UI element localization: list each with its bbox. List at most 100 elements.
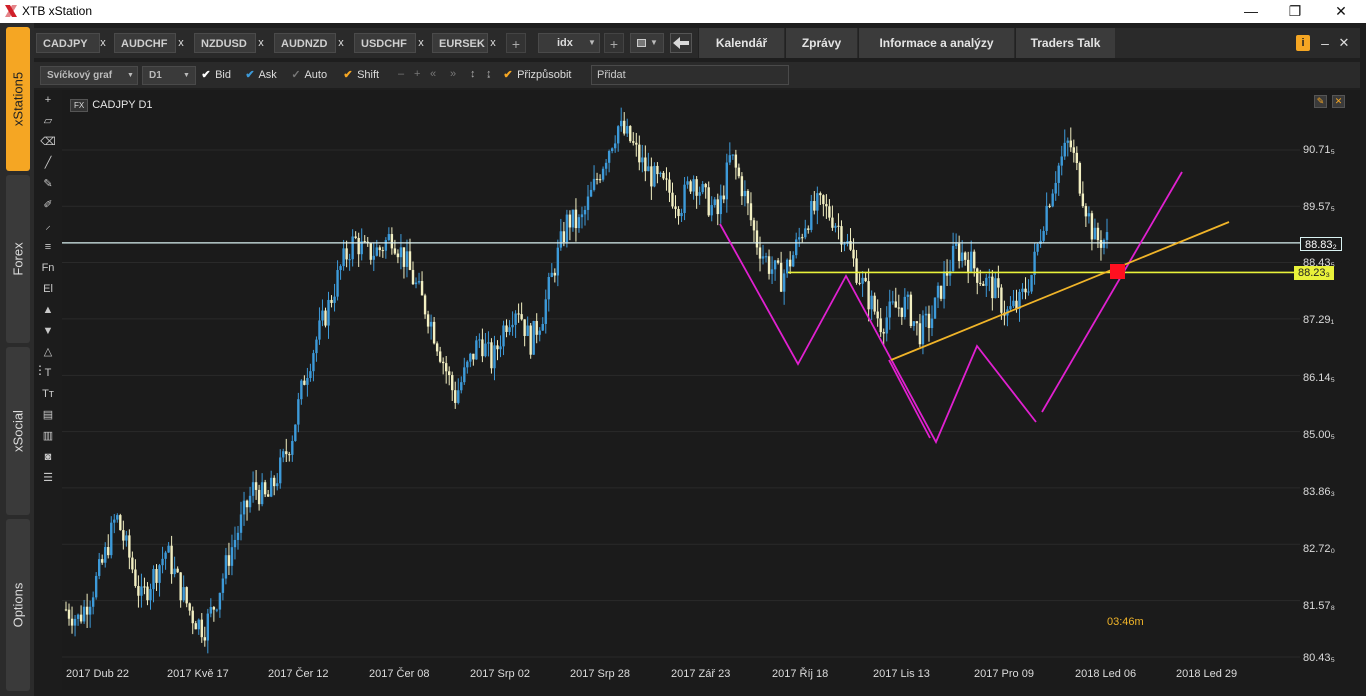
rail-tab-xsocial[interactable]: xSocial: [6, 347, 30, 515]
candle-body: [719, 195, 722, 215]
candle-body: [686, 181, 689, 185]
candle-body: [1075, 152, 1079, 163]
layout-select[interactable]: ▼: [630, 33, 664, 53]
eraser-icon[interactable]: ⌫: [39, 133, 57, 151]
candle-body: [357, 237, 360, 255]
candlestick-chart[interactable]: [62, 90, 1300, 664]
close-tab-icon[interactable]: x: [414, 33, 428, 53]
level-price-tag: 88.23₃: [1294, 266, 1335, 280]
candle-body: [840, 226, 843, 245]
candle-body: [671, 192, 674, 207]
zoom-out-icon[interactable]: –: [398, 68, 404, 80]
pen-icon[interactable]: ✐: [39, 196, 57, 214]
candle-body: [97, 559, 101, 576]
arrow-down-icon[interactable]: ▼: [39, 322, 57, 340]
info-icon[interactable]: i: [1296, 35, 1310, 51]
candle-body: [354, 236, 357, 238]
bid-checkbox[interactable]: ✔ Bid: [200, 68, 231, 81]
auto-checkbox[interactable]: ✓ Auto: [290, 68, 327, 81]
close-tab-icon[interactable]: x: [174, 33, 188, 53]
minimize-button[interactable]: —: [1228, 0, 1274, 23]
close-tab-icon[interactable]: x: [254, 33, 268, 53]
x-tick-label: 2018 Led 29: [1176, 668, 1238, 680]
elliott-icon[interactable]: El: [39, 280, 57, 298]
candle-body: [448, 371, 451, 376]
candle-body: [70, 618, 74, 626]
symbol-tab-nzdusd[interactable]: NZDUSD: [194, 33, 256, 53]
ruler-icon[interactable]: ▱: [39, 112, 57, 130]
close-tab-icon[interactable]: x: [486, 33, 500, 53]
candle-body: [444, 363, 448, 372]
idx-select[interactable]: idx ▼: [538, 33, 600, 53]
candle-body: [67, 609, 71, 619]
chart-type-select[interactable]: Svíčkový graf ▼: [40, 66, 138, 85]
scroll-back-icon[interactable]: «: [430, 68, 436, 80]
brush-icon[interactable]: ⸝: [39, 217, 57, 235]
candle-body: [544, 299, 547, 324]
text-size-icon[interactable]: Tт: [39, 385, 57, 403]
minimize-panel-icon[interactable]: –: [1318, 32, 1332, 54]
add-indicator-input[interactable]: Přidat: [591, 65, 789, 85]
list-icon[interactable]: ☰: [39, 469, 57, 487]
close-tab-icon[interactable]: x: [334, 33, 348, 53]
fit-vertical-icon[interactable]: ↕: [470, 68, 476, 80]
symbol-tab-audchf[interactable]: AUDCHF: [114, 33, 176, 53]
rail-tab-forex[interactable]: Forex: [6, 175, 30, 343]
close-chart-icon[interactable]: ✕: [1332, 95, 1345, 108]
ask-checkbox[interactable]: ✔ Ask: [244, 68, 276, 81]
candle-body: [472, 353, 475, 360]
rail-tab-options[interactable]: Options: [6, 519, 30, 691]
rail-tab-xstation5[interactable]: xStation5: [6, 27, 30, 171]
candle-body: [556, 247, 560, 276]
shift-checkbox[interactable]: ✔ Shift: [342, 68, 379, 81]
fit-height-icon[interactable]: ↨: [486, 68, 492, 80]
maximize-button[interactable]: ❐: [1272, 0, 1318, 23]
close-tab-icon[interactable]: x: [96, 33, 110, 53]
indicators-icon[interactable]: ▥: [39, 427, 57, 445]
candle-body: [173, 568, 176, 575]
close-window-button[interactable]: ✕: [1318, 0, 1364, 23]
tab-traders-talk[interactable]: Traders Talk: [1015, 28, 1115, 58]
tab-zpravy[interactable]: Zprávy: [785, 28, 857, 58]
zoom-in-icon[interactable]: +: [414, 68, 420, 80]
symbol-tab-cadjpy[interactable]: CADJPY: [36, 33, 100, 53]
symbol-tab-eursek[interactable]: EURSEK: [432, 33, 488, 53]
fan-icon[interactable]: ≡: [39, 238, 57, 256]
shapes-icon[interactable]: △: [39, 343, 57, 361]
camera-icon[interactable]: ◙: [39, 448, 57, 466]
candle-body: [218, 592, 222, 610]
edit-chart-icon[interactable]: ✎: [1314, 95, 1327, 108]
scroll-forward-icon[interactable]: »: [450, 68, 456, 80]
candle-body: [279, 457, 282, 484]
candle-body: [653, 165, 656, 187]
trendline-icon[interactable]: ╱: [39, 154, 57, 172]
customize-checkbox[interactable]: ✔ Přizpůsobit: [502, 68, 571, 81]
title-bar: XTB xStation — ❐ ✕: [0, 0, 1366, 23]
candle-body: [589, 189, 593, 197]
arrow-up-icon[interactable]: ▲: [39, 301, 57, 319]
collapse-arrow-button[interactable]: [670, 33, 692, 53]
candle-body: [155, 569, 158, 583]
timeframe-select[interactable]: D1 ▼: [142, 66, 196, 85]
left-resize-handle[interactable]: ⋮: [34, 364, 46, 394]
candle-body: [963, 252, 967, 260]
fibonacci-icon[interactable]: Fn: [39, 259, 57, 277]
templates-icon[interactable]: ▤: [39, 406, 57, 424]
candle-body: [568, 214, 572, 228]
candle-body: [1024, 288, 1027, 293]
close-panel-icon[interactable]: ✕: [1336, 32, 1352, 54]
symbol-tab-usdchf[interactable]: USDCHF: [354, 33, 416, 53]
candle-body: [1027, 291, 1030, 293]
tab-informace-analyzy[interactable]: Informace a analýzy: [858, 28, 1014, 58]
pencil-icon[interactable]: ✎: [39, 175, 57, 193]
crosshair-icon[interactable]: +: [39, 91, 57, 109]
symbol-tab-audnzd[interactable]: AUDNZD: [274, 33, 336, 53]
chart-panel[interactable]: FX CADJPY D1 ✎ ✕ 90.71₅ 89.57₅ 88.43₅ 87.…: [62, 90, 1360, 690]
add-symbol-button[interactable]: +: [506, 33, 526, 53]
candle-body: [146, 586, 149, 601]
tab-kalendar[interactable]: Kalendář: [698, 28, 784, 58]
candle-body: [819, 193, 822, 196]
candle-body: [970, 251, 973, 272]
candle-body: [420, 281, 424, 296]
add-button[interactable]: +: [604, 33, 624, 53]
